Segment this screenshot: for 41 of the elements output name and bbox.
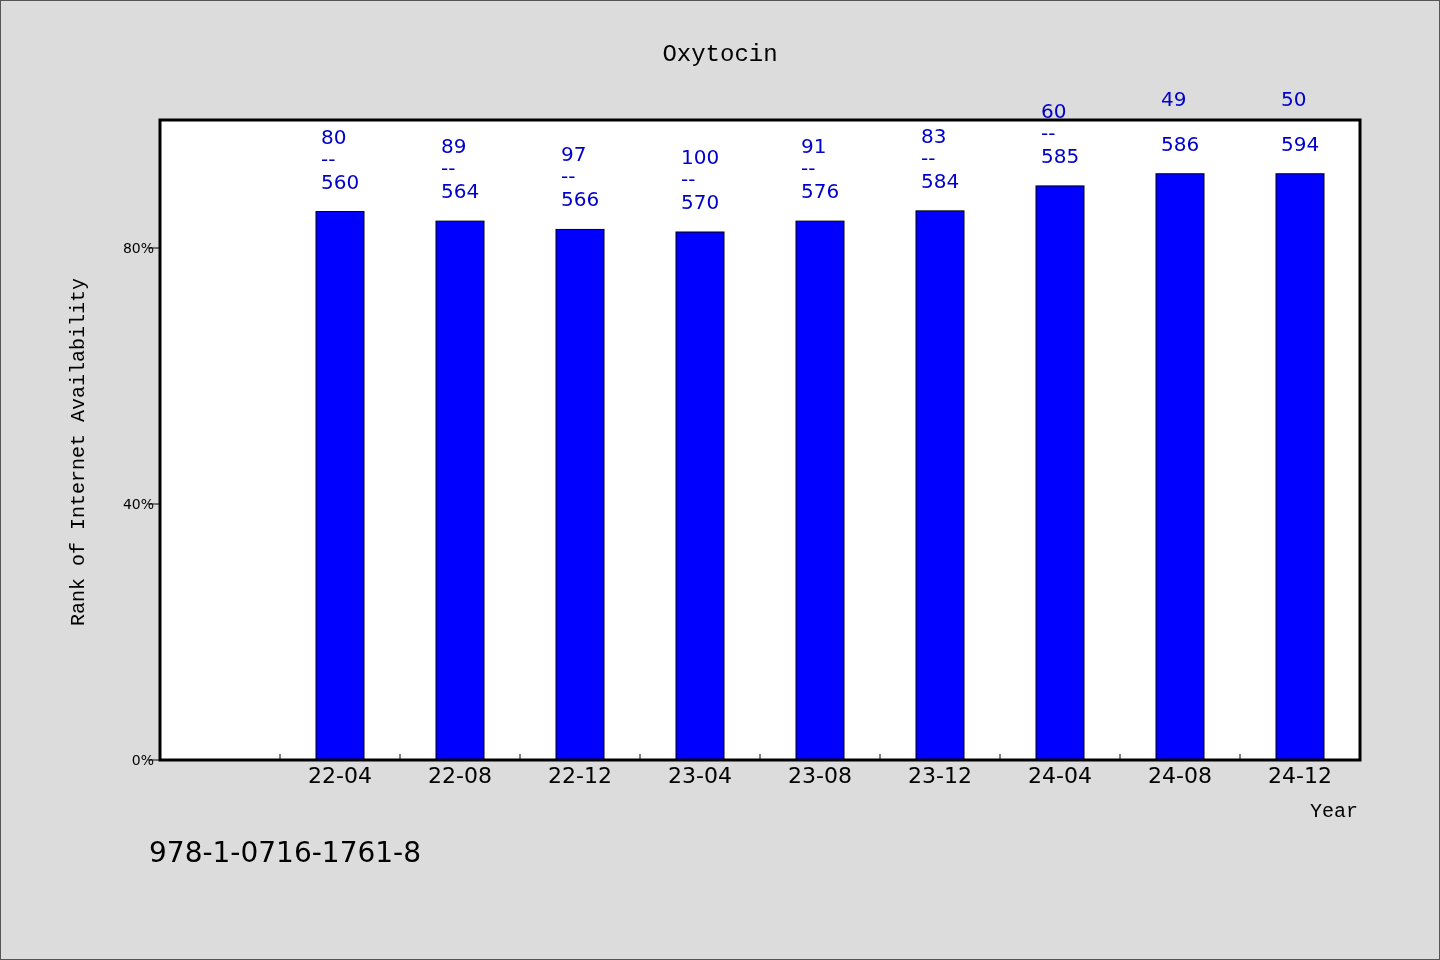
- value-label: --: [441, 156, 456, 181]
- x-tick-label: 23-08: [788, 763, 852, 788]
- value-label: 584: [921, 168, 960, 193]
- value-label: 49: [1161, 86, 1187, 111]
- value-label: 100: [681, 145, 720, 169]
- value-label: 50: [1281, 86, 1307, 111]
- x-tick-label: 23-12: [908, 763, 972, 788]
- x-tick-label: 22-08: [428, 763, 492, 788]
- value-label: --: [1041, 120, 1056, 145]
- value-label: --: [801, 156, 816, 181]
- value-label: 586: [1161, 131, 1200, 156]
- x-tick-label: 24-12: [1268, 763, 1332, 788]
- x-tick-label: 24-08: [1148, 763, 1212, 788]
- value-label: 83: [921, 123, 947, 148]
- value-label: 576: [801, 179, 840, 204]
- value-label: --: [321, 146, 336, 171]
- x-tick-label: 23-04: [668, 763, 732, 788]
- y-tick-label: 40%: [122, 496, 154, 512]
- x-axis-title: Year: [1310, 800, 1358, 823]
- y-tick-label: 80%: [122, 240, 154, 256]
- value-label: 594: [1281, 131, 1320, 156]
- y-tick-label: 0%: [131, 752, 154, 768]
- value-label: --: [561, 164, 576, 189]
- value-label: 570: [681, 190, 720, 214]
- value-label: 564: [441, 179, 480, 204]
- x-tick-label: 22-12: [548, 763, 612, 788]
- value-label: 89: [441, 134, 467, 159]
- chart-title: Oxytocin: [662, 41, 778, 68]
- value-label: 585: [1041, 143, 1080, 168]
- y-axis-title: Rank of Internet Availability: [67, 277, 90, 627]
- value-label: 97: [561, 142, 587, 167]
- isbn-text: 978-1-0716-1761-8: [149, 836, 421, 869]
- x-tick-label: 22-04: [308, 763, 372, 788]
- x-tick-label: 24-04: [1028, 763, 1092, 788]
- value-label: 560: [321, 169, 360, 194]
- value-label: 566: [561, 187, 600, 212]
- value-label: 80: [321, 124, 347, 149]
- value-label: --: [921, 145, 936, 170]
- value-label: --: [681, 167, 696, 191]
- value-label: 60: [1041, 98, 1067, 123]
- value-label: 91: [801, 134, 827, 159]
